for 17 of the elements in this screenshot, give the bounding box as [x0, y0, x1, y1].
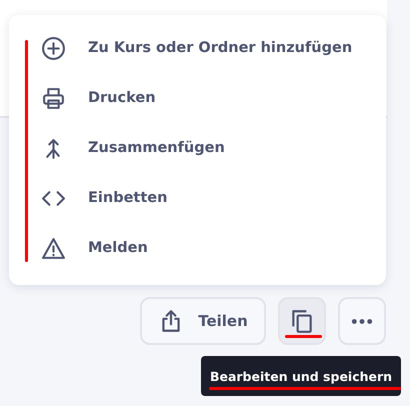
copy-button[interactable]	[278, 297, 326, 345]
printer-icon	[43, 88, 64, 108]
annotation-underline	[285, 335, 322, 338]
code-icon	[42, 190, 65, 206]
more-icon	[351, 318, 373, 324]
warning-icon	[42, 238, 65, 258]
menu-item[interactable]: Einbetten	[9, 173, 386, 223]
more-button[interactable]	[338, 297, 386, 345]
menu-item[interactable]: Melden	[9, 223, 386, 273]
menu-item[interactable]: Zusammenfügen	[9, 123, 386, 173]
share-button[interactable]: Teilen	[140, 297, 266, 345]
menu-item[interactable]: Drucken	[9, 73, 386, 123]
tooltip-text: Bearbeiten und speichern	[210, 368, 392, 384]
copy-icon	[289, 308, 315, 334]
merge-icon	[46, 138, 60, 158]
menu-item[interactable]: Zu Kurs oder Ordner hinzufügen	[9, 23, 386, 73]
plus-circle-icon	[42, 36, 65, 60]
